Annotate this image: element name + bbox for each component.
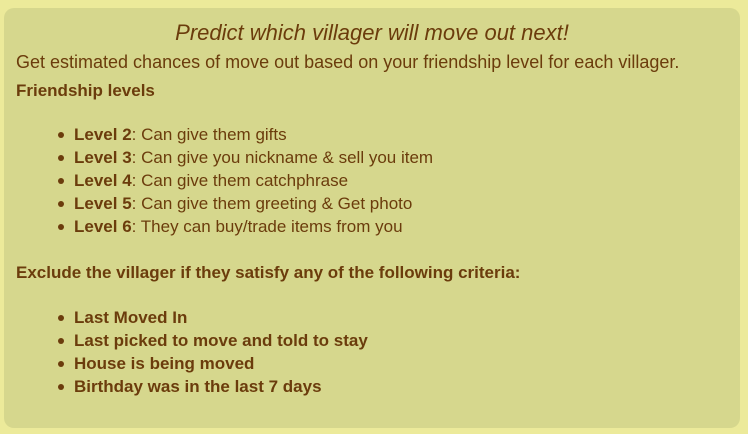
list-item: Last Moved In	[54, 306, 368, 329]
friendship-levels-list: Level 2: Can give them gifts Level 3: Ca…	[54, 123, 433, 238]
list-item: Level 3: Can give you nickname & sell yo…	[54, 146, 433, 169]
level-description: : Can give them greeting & Get photo	[131, 194, 413, 213]
page-subtitle: Get estimated chances of move out based …	[16, 52, 680, 72]
exclude-criteria-heading: Exclude the villager if they satisfy any…	[16, 263, 521, 282]
level-label: Level 6	[74, 217, 132, 236]
level-label: Level 5	[74, 194, 132, 213]
friendship-levels-heading: Friendship levels	[16, 81, 155, 100]
level-description: : Can give you nickname & sell you item	[131, 148, 434, 167]
level-description: : They can buy/trade items from you	[131, 217, 403, 236]
info-panel: Predict which villager will move out nex…	[4, 8, 740, 428]
list-item: Level 6: They can buy/trade items from y…	[54, 215, 433, 238]
level-label: Level 4	[74, 171, 132, 190]
list-item: Level 2: Can give them gifts	[54, 123, 433, 146]
list-item: Level 5: Can give them greeting & Get ph…	[54, 192, 433, 215]
list-item: Last picked to move and told to stay	[54, 329, 368, 352]
level-description: : Can give them gifts	[131, 125, 287, 144]
list-item: Level 4: Can give them catchphrase	[54, 169, 433, 192]
level-description: : Can give them catchphrase	[131, 171, 349, 190]
list-item: Birthday was in the last 7 days	[54, 375, 368, 398]
level-label: Level 2	[74, 125, 132, 144]
list-item: House is being moved	[54, 352, 368, 375]
level-label: Level 3	[74, 148, 132, 167]
page-title: Predict which villager will move out nex…	[175, 20, 569, 45]
exclude-criteria-list: Last Moved In Last picked to move and to…	[54, 306, 368, 398]
